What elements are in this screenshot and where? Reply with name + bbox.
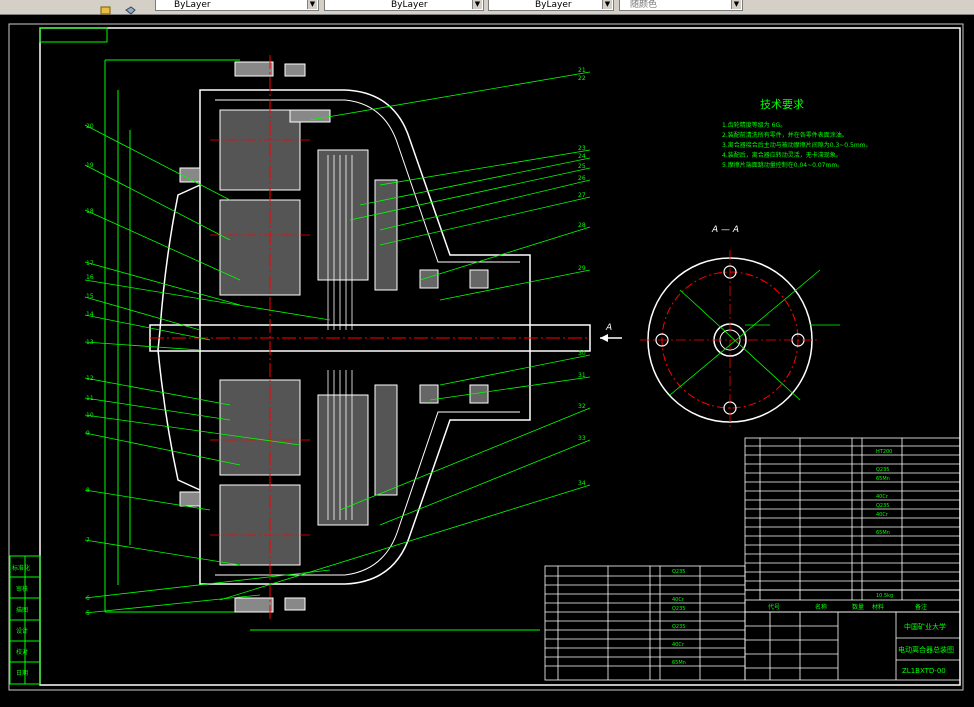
material-cell: 40Cr bbox=[672, 642, 685, 648]
chevron-down-icon[interactable]: ▼ bbox=[307, 0, 317, 9]
material-cell: Q235 bbox=[672, 624, 685, 630]
section-label: A — A bbox=[711, 225, 739, 235]
leader-number: 24 bbox=[578, 153, 586, 160]
tech-title: 技术要求 bbox=[760, 98, 804, 111]
header-qty: 数量 bbox=[852, 603, 864, 611]
tech-note: 5.摩擦片端面跳动量控制在0.04~0.07mm。 bbox=[722, 161, 843, 169]
right-balloons: 21 22 23 24 25 26 27 28 29 30 31 32 33 3… bbox=[578, 67, 586, 487]
chevron-down-icon[interactable]: ▼ bbox=[602, 0, 612, 9]
lineweight-dropdown[interactable]: ByLayer ▼ bbox=[488, 0, 614, 11]
left-balloons: 20 19 18 17 16 15 14 13 12 11 10 9 8 7 6… bbox=[86, 123, 94, 617]
leader-number: 6 bbox=[86, 595, 90, 602]
material-cell: 40Cr bbox=[876, 512, 889, 518]
material-cell: Q235 bbox=[876, 503, 889, 509]
tech-note: 3.离合器接合后主动与被动摩擦片间隙为0.3~0.5mm。 bbox=[722, 141, 872, 149]
leader-number: 23 bbox=[578, 145, 586, 152]
section-arrow-label: A bbox=[605, 323, 612, 333]
leader-number: 13 bbox=[86, 339, 94, 346]
drawing-canvas[interactable]: 标准化 审核 描图 设计 校对 日期 A 20 19 18 17 16 15 1… bbox=[0, 14, 974, 703]
layer-dropdown[interactable]: ByLayer ▼ bbox=[155, 0, 319, 11]
tech-note: 2.装配前清洗所有零件，并在各零件表面涂油。 bbox=[722, 131, 848, 139]
leader-number: 27 bbox=[578, 192, 586, 199]
parts-list-upper bbox=[744, 437, 961, 600]
material-cell: 40Cr bbox=[876, 494, 889, 500]
leader-number: 30 bbox=[578, 350, 586, 357]
material-cell: HT200 bbox=[876, 449, 892, 455]
leader-number: 31 bbox=[578, 372, 586, 379]
leader-number: 29 bbox=[578, 265, 586, 272]
weight-cell: 10.5kg bbox=[876, 593, 893, 599]
leader-number: 34 bbox=[578, 480, 586, 487]
corner-box bbox=[39, 27, 108, 43]
header-remark: 备注 bbox=[915, 603, 927, 611]
parts-list-header: 代号 名称 数量 材料 备注 bbox=[744, 599, 961, 613]
section-a-a-view: A — A bbox=[640, 225, 840, 430]
leader-number: 33 bbox=[578, 435, 586, 442]
leader-number: 21 bbox=[578, 67, 586, 74]
leader-number: 10 bbox=[86, 412, 94, 419]
leader-number: 25 bbox=[578, 163, 586, 170]
leader-number: 28 bbox=[578, 222, 586, 229]
material-cell: 40Cr bbox=[672, 597, 685, 603]
chevron-down-icon[interactable]: ▼ bbox=[472, 0, 482, 9]
leader-number: 26 bbox=[578, 175, 586, 182]
header-name: 名称 bbox=[815, 603, 827, 611]
leader-number: 11 bbox=[86, 395, 94, 402]
layer-state-icon[interactable] bbox=[100, 0, 111, 15]
leader-number: 12 bbox=[86, 375, 94, 382]
assembly-section-view: A bbox=[104, 55, 622, 631]
lineweight-value: ByLayer bbox=[535, 0, 572, 10]
side-label: 描图 bbox=[16, 606, 28, 614]
leader-number: 9 bbox=[86, 430, 90, 437]
layer-previous-icon[interactable] bbox=[125, 0, 136, 15]
leader-number: 22 bbox=[578, 75, 586, 82]
leader-number: 8 bbox=[86, 487, 90, 494]
tech-note: 4.装配后，离合器应转动灵活，无卡滞现象。 bbox=[722, 151, 842, 159]
side-label: 审核 bbox=[16, 585, 28, 593]
material-cell: Q235 bbox=[672, 569, 685, 575]
tech-note: 1.齿轮精度等级为 6G。 bbox=[722, 121, 786, 129]
leader-number: 16 bbox=[86, 274, 94, 281]
properties-toolbar: ByLayer ▼ ByLayer ▼ ByLayer ▼ 随颜色 ▼ bbox=[0, 0, 974, 15]
header-code: 代号 bbox=[768, 603, 780, 611]
side-label: 日期 bbox=[16, 669, 28, 677]
leader-number: 14 bbox=[86, 311, 94, 318]
side-strip: 标准化 审核 描图 设计 校对 日期 bbox=[9, 555, 41, 685]
plotstyle-value: 随颜色 bbox=[630, 0, 658, 10]
leader-number: 18 bbox=[86, 208, 94, 215]
plotstyle-dropdown[interactable]: 随颜色 ▼ bbox=[619, 0, 743, 11]
layer-value: ByLayer bbox=[174, 0, 211, 10]
linetype-value: ByLayer bbox=[391, 0, 428, 10]
material-cell: 65Mn bbox=[672, 660, 686, 666]
technical-requirements: 技术要求 1.齿轮精度等级为 6G。 2.装配前清洗所有零件，并在各零件表面涂油… bbox=[722, 98, 872, 169]
material-cell: 65Mn bbox=[876, 476, 890, 482]
leader-number: 20 bbox=[86, 123, 94, 130]
cad-drawing: 标准化 审核 描图 设计 校对 日期 A 20 19 18 17 16 15 1… bbox=[8, 23, 964, 691]
leader-number: 32 bbox=[578, 403, 586, 410]
linetype-dropdown[interactable]: ByLayer ▼ bbox=[324, 0, 484, 11]
material-cell: 65Mn bbox=[876, 530, 890, 536]
material-cell: Q235 bbox=[672, 606, 685, 612]
parts-list-lower bbox=[544, 565, 746, 681]
leader-number: 15 bbox=[86, 293, 94, 300]
side-label: 标准化 bbox=[12, 564, 30, 572]
leader-number: 17 bbox=[86, 260, 94, 267]
chevron-down-icon[interactable]: ▼ bbox=[731, 0, 741, 9]
material-cell: Q235 bbox=[876, 467, 889, 473]
leader-number: 19 bbox=[86, 162, 94, 169]
drawing-title: 电动离合器总装图 bbox=[898, 645, 954, 654]
side-label: 校对 bbox=[16, 648, 28, 656]
leader-number: 5 bbox=[86, 610, 90, 617]
drawing-number: ZL1BXTD-00 bbox=[902, 667, 946, 675]
university-name: 中国矿业大学 bbox=[904, 622, 946, 631]
header-material: 材料 bbox=[872, 603, 884, 611]
side-label: 设计 bbox=[16, 627, 28, 635]
inner-frame bbox=[39, 27, 961, 686]
leader-number: 7 bbox=[86, 537, 90, 544]
